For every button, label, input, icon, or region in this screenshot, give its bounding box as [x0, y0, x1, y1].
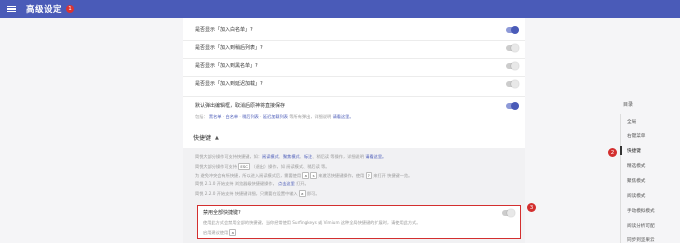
blacklist-link[interactable]: 黑名单 — [209, 114, 222, 119]
app-header: 高级设定 1 — [0, 0, 680, 18]
annotation-marker-3: 3 — [527, 203, 536, 212]
key-a: a — [298, 190, 306, 197]
setting-label: 是否显示「加入到延迟加载」? — [195, 81, 263, 87]
chevron-up-icon: ▲ — [215, 134, 219, 141]
key-a: a — [302, 172, 310, 179]
toc-item-analysis[interactable]: 阅读分析可配 — [627, 223, 655, 229]
key-esc: ESC — [238, 163, 251, 170]
toc-item-read-mode[interactable]: 阅读模式 — [627, 193, 645, 199]
toc-item-sync[interactable]: 同步到坚果云 — [627, 237, 655, 243]
browser-shortcut-link[interactable]: 点击这里 — [278, 181, 295, 186]
shortcut-line-1: 简悦大部分操作可支持快捷键，如：阅读模式、聚焦模式、标注、稍后读 等操作，详细说… — [195, 154, 387, 159]
disable-shortcuts-description: 使用此方式会禁用全部的快捷键，当你经常使用 Surfingkeys 或 Vimi… — [203, 220, 421, 225]
read-mode-link[interactable]: 阅读模式 — [262, 154, 279, 159]
toc-title: 目录 — [623, 102, 634, 108]
whitelist-link[interactable]: 白名单 — [226, 114, 239, 119]
help-link[interactable]: 请看这里。 — [333, 114, 354, 119]
edit-popup-toggle[interactable] — [506, 101, 519, 110]
lazyload-toggle[interactable] — [506, 79, 519, 88]
toc-item-manual-mode[interactable]: 手动模拟模式 — [627, 208, 655, 214]
key-question: ? — [365, 172, 372, 179]
page-title: 高级设定 — [26, 5, 63, 15]
later-list-link[interactable]: 稍后列表 — [242, 114, 259, 119]
annotation-marker-1: 1 — [66, 5, 75, 13]
shortcut-line-2: 简悦大部分操作可支持 ESC （退出）操作，如 阅读模式、稍后读 等。 — [195, 163, 330, 170]
key-s: s — [310, 172, 317, 179]
lazyload-list-link[interactable]: 延迟加载列表 — [263, 114, 288, 119]
whitelist-toggle[interactable] — [506, 25, 519, 34]
table-of-contents: 目录 全局 右键菜单 快捷键 精选模式 聚焦模式 阅读模式 手动模拟模式 阅读分… — [610, 0, 680, 243]
disable-shortcuts-panel: 禁用全部快捷键? 使用此方式会禁用全部的快捷键，当你经常使用 Surfingke… — [197, 205, 521, 239]
key-a: a — [229, 229, 237, 236]
blacklist-toggle[interactable] — [506, 61, 519, 70]
setting-row-blacklist: 是否显示「加入到黑名单」? — [195, 61, 519, 70]
later-list-toggle[interactable] — [506, 43, 519, 52]
setting-row-edit-popup: 默认弹出编辑框，取消后原神将直接保存 — [195, 101, 519, 110]
disable-shortcuts-toggle[interactable] — [502, 208, 515, 217]
shortcut-line-3: 为 避免冲突会有所快捷，所以进入阅读模式后，需要使用 a s 来激活快捷键操作，… — [195, 172, 413, 179]
setting-row-lazyload: 是否显示「加入到延迟加载」? — [195, 79, 519, 88]
setting-label: 默认弹出编辑框，取消后原神将直接保存 — [195, 103, 286, 109]
shortcut-line-5: 简悦 2.2.0 开始支持 快捷键详细，只需要在设置中输入 a 即可。 — [195, 190, 320, 197]
toc-item-global[interactable]: 全局 — [627, 119, 636, 125]
shortcut-section-header[interactable]: 快捷键 ▲ — [193, 133, 219, 143]
disable-shortcuts-label: 禁用全部快捷键? — [203, 210, 241, 216]
section-title: 快捷键 — [193, 135, 212, 142]
focus-mode-link[interactable]: 聚焦模式 — [283, 154, 300, 159]
setting-row-later-list: 是否显示「加入到稍后列表」? — [195, 43, 519, 52]
toc-item-shortcuts[interactable]: 快捷键 — [627, 148, 641, 154]
setting-label: 是否显示「加入到黑名单」? — [195, 63, 258, 69]
disable-shortcuts-note: 启用建议使用 a — [203, 229, 237, 236]
setting-label: 是否显示「加入白名单」? — [195, 27, 253, 33]
toc-item-featured-mode[interactable]: 精选模式 — [627, 163, 645, 169]
setting-row-whitelist: 是否显示「加入白名单」? — [195, 25, 519, 34]
menu-icon[interactable] — [7, 5, 16, 13]
shortcut-help-link[interactable]: 请看这里。 — [365, 154, 386, 159]
toc-active-indicator — [620, 146, 622, 155]
shortcut-line-4: 简悦 2.1.0 开始支持 浏览器级快捷键操作， 点击这里 打开。 — [195, 181, 309, 186]
toc-item-focus-mode[interactable]: 聚焦模式 — [627, 178, 645, 184]
setting-label: 是否显示「加入到稍后列表」? — [195, 45, 263, 51]
edit-popup-description: 包括： 黑名单 · 白名单 · 稍后列表 · 延迟加载列表 等所有弹出，详细说明… — [195, 114, 354, 119]
toc-item-context-menu[interactable]: 右键菜单 — [627, 133, 645, 139]
